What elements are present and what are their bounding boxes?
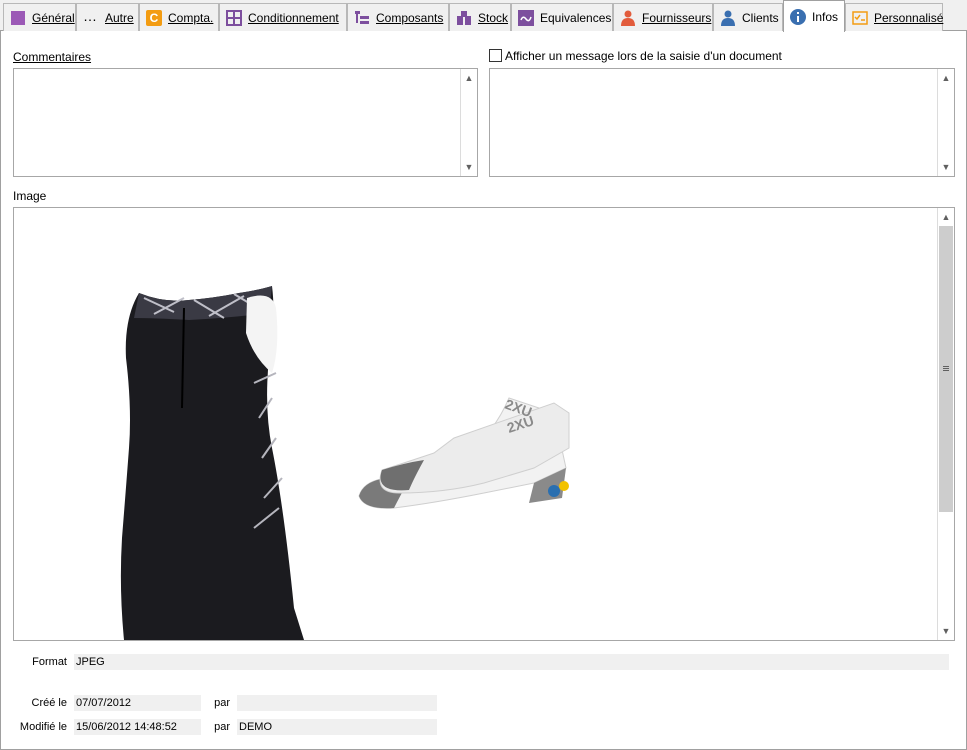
modified-by-field: DEMO (237, 719, 437, 735)
tab-general[interactable]: Général (3, 3, 76, 31)
modified-field: 15/06/2012 14:48:52 (74, 719, 201, 735)
scroll-up-icon[interactable]: ▲ (938, 209, 954, 225)
modified-by-label: par (214, 721, 230, 733)
tab-label: Infos (812, 9, 839, 24)
stock-icon (456, 10, 472, 26)
tab-compta[interactable]: C Compta. (139, 3, 219, 31)
message-scrollbar[interactable]: ▲ ▼ (937, 69, 954, 176)
scroll-down-icon[interactable]: ▼ (461, 159, 477, 175)
scroll-up-icon[interactable]: ▲ (461, 70, 477, 86)
info-icon (790, 8, 806, 25)
tab-personnalise[interactable]: Personnalisé (845, 3, 943, 31)
infos-panel: Commentaires ▲ ▼ Afficher un message lor… (0, 31, 967, 750)
tree-icon (354, 10, 370, 26)
format-field: JPEG (74, 654, 949, 670)
trisuit-illustration (120, 286, 304, 640)
tab-fournisseurs[interactable]: Fournisseurs (613, 3, 713, 31)
supplier-icon (620, 10, 636, 26)
image-scrollbar[interactable]: ▲ ▼ (937, 208, 954, 640)
equivalence-icon (518, 9, 534, 26)
tab-label: Equivalences (540, 10, 612, 25)
tab-label: Compta. (168, 10, 214, 25)
created-by-label: par (214, 697, 230, 709)
tab-label: Personnalisé (874, 10, 944, 25)
image-viewer[interactable]: 2XU 2XU ▲ ▼ (13, 207, 955, 641)
socks-illustration: 2XU 2XU (358, 396, 570, 509)
tab-label: Stock (478, 10, 509, 25)
tab-equivalences[interactable]: Equivalences (511, 3, 613, 31)
tab-label: Fournisseurs (642, 10, 712, 25)
created-label: Créé le (31, 697, 67, 709)
tab-label: Général (32, 10, 75, 25)
tab-autre[interactable]: … Autre (76, 3, 139, 31)
show-message-label: Afficher un message lors de la saisie d'… (505, 49, 782, 63)
comments-scrollbar[interactable]: ▲ ▼ (460, 69, 477, 176)
format-label: Format (32, 656, 67, 668)
tab-label: Composants (376, 10, 444, 25)
purple-square-icon (10, 10, 26, 26)
grid-icon (226, 9, 242, 26)
tab-label: Clients (742, 10, 779, 25)
ellipsis-icon: … (83, 7, 97, 24)
custom-icon (852, 10, 868, 26)
tab-label: Autre (105, 10, 134, 25)
client-icon (720, 10, 736, 26)
tab-clients[interactable]: Clients (713, 3, 783, 31)
image-scroll-thumb[interactable] (939, 226, 953, 512)
comments-textarea[interactable]: ▲ ▼ (13, 68, 478, 177)
tab-conditionnement[interactable]: Conditionnement (219, 3, 347, 31)
scroll-down-icon[interactable]: ▼ (938, 623, 954, 639)
created-field: 07/07/2012 (74, 695, 201, 711)
tab-infos[interactable]: Infos (783, 0, 845, 32)
image-label: Image (13, 189, 47, 203)
product-image: 2XU 2XU (120, 286, 570, 640)
scroll-down-icon[interactable]: ▼ (938, 159, 954, 175)
tab-bar: Général … Autre C Compta. Conditionnemen… (0, 0, 967, 32)
accounting-icon: C (146, 9, 162, 26)
tab-stock[interactable]: Stock (449, 3, 511, 31)
scroll-up-icon[interactable]: ▲ (938, 70, 954, 86)
modified-label: Modifié le (19, 721, 67, 733)
tab-composants[interactable]: Composants (347, 3, 449, 31)
tab-label: Conditionnement (248, 10, 339, 25)
comments-label: Commentaires (13, 50, 92, 64)
message-textarea[interactable]: ▲ ▼ (489, 68, 955, 177)
show-message-checkbox[interactable] (489, 49, 502, 62)
created-by-field (237, 695, 437, 711)
